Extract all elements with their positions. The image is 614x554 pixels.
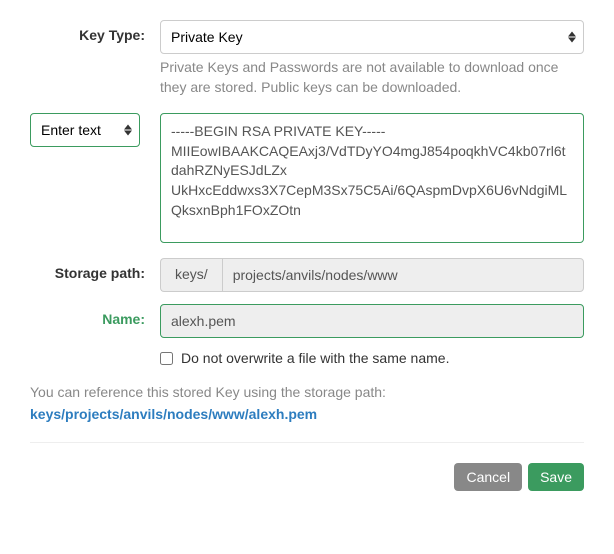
key-body-textarea[interactable]: -----BEGIN RSA PRIVATE KEY----- MIIEowIB… bbox=[160, 113, 584, 243]
divider bbox=[30, 442, 584, 443]
overwrite-text: Do not overwrite a file with the same na… bbox=[181, 350, 449, 366]
name-label: Name: bbox=[30, 304, 160, 327]
storage-path-prefix: keys/ bbox=[160, 258, 222, 292]
key-type-select[interactable]: Private Key bbox=[160, 20, 584, 54]
name-input[interactable] bbox=[160, 304, 584, 338]
reference-intro: You can reference this stored Key using … bbox=[30, 384, 584, 400]
reference-path: keys/projects/anvils/nodes/www/alexh.pem bbox=[30, 406, 584, 422]
key-type-label: Key Type: bbox=[30, 20, 160, 43]
storage-path-input[interactable] bbox=[222, 258, 584, 292]
cancel-button[interactable]: Cancel bbox=[454, 463, 522, 491]
entry-mode-select[interactable]: Enter text bbox=[30, 113, 140, 147]
save-button[interactable]: Save bbox=[528, 463, 584, 491]
overwrite-checkbox[interactable] bbox=[160, 352, 173, 365]
overwrite-checkbox-label[interactable]: Do not overwrite a file with the same na… bbox=[160, 350, 584, 366]
key-type-helper: Private Keys and Passwords are not avail… bbox=[160, 58, 584, 97]
storage-path-label: Storage path: bbox=[30, 258, 160, 281]
